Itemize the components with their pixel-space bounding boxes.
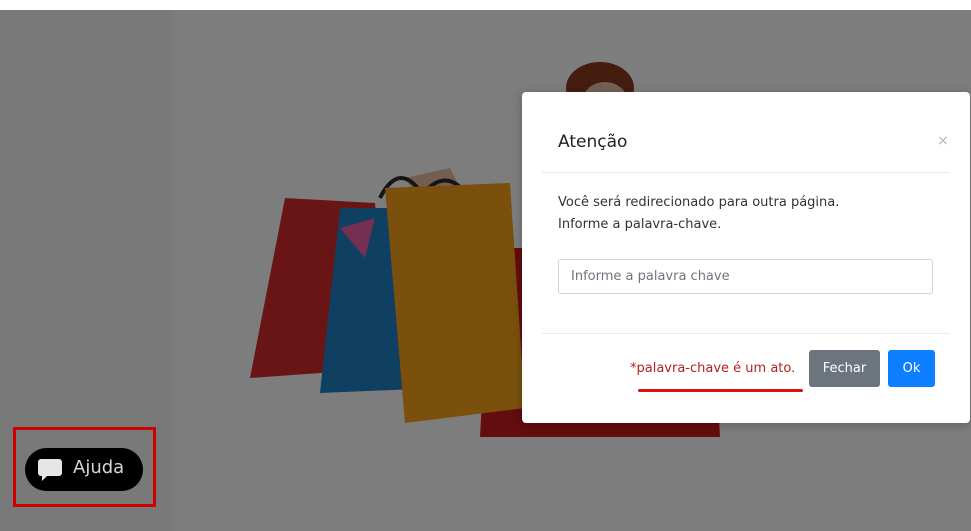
ok-button[interactable]: Ok [888,350,935,387]
attention-modal: Atenção × Você será redirecionado para o… [522,92,970,423]
keyword-note: *palavra-chave é um ato. [630,361,796,376]
modal-header: Atenção × [542,92,950,173]
close-icon[interactable]: × [936,134,950,148]
keyword-input[interactable] [558,259,933,294]
top-strip [0,0,971,10]
modal-title: Atenção [558,132,628,152]
modal-footer-divider [542,333,950,334]
help-label: Ajuda [73,457,125,478]
modal-body-line-2: Informe a palavra-chave. [558,217,722,232]
modal-body: Você será redirecionado para outra págin… [558,192,934,236]
modal-body-line-1: Você será redirecionado para outra págin… [558,195,840,210]
note-highlight-underline [638,389,803,392]
chat-bubble-icon [38,459,62,481]
help-button[interactable]: Ajuda [25,448,143,491]
fechar-button[interactable]: Fechar [809,350,880,387]
